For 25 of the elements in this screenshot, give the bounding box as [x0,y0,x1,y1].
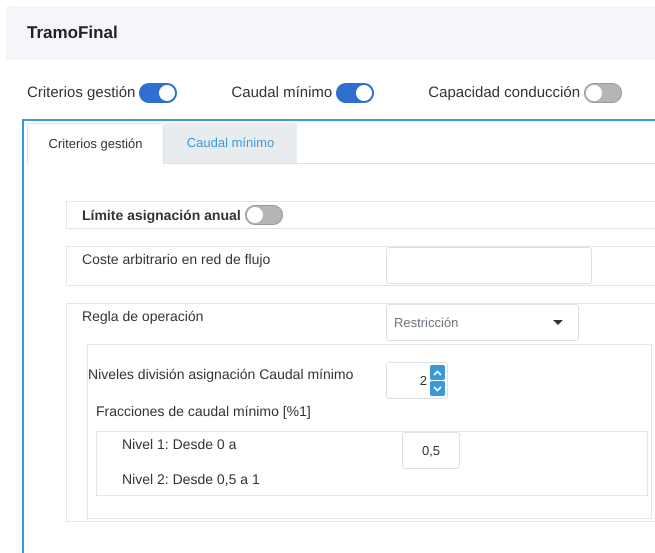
increment-button[interactable] [430,365,445,380]
input-field[interactable]: 0,5 [402,432,460,469]
number-spinner[interactable]: 2 [386,362,448,399]
caret-icon [553,320,563,325]
field-label: Nivel 2: Desde 0,5 a 1 [122,470,261,489]
section-label: Fracciones de caudal mínimo [%1] [96,402,312,421]
toggle-label: Caudal mínimo [231,82,332,103]
dropdown[interactable]: Restricción [386,304,579,341]
field-label: Límite asignación anual [82,206,241,225]
field-label: Regla de operación [81,307,204,326]
toggle-label: Criterios gestión [27,82,136,103]
chevron-down-icon [433,386,442,392]
chevron-up-icon [433,370,442,376]
tab[interactable]: Criterios gestión [27,123,164,164]
input-field[interactable] [386,247,592,284]
toggle-switch[interactable] [336,83,374,103]
field-label: Niveles división asignación Caudal mínimo [88,365,354,384]
field-label: Coste arbitrario en red de flujo [81,250,272,269]
toggle-switch[interactable] [244,205,283,225]
toggle-label: Capacidad conducción [428,82,580,103]
decrement-button[interactable] [430,381,445,396]
toggle-switch[interactable] [584,83,622,103]
page-title: TramoFinal [27,22,118,44]
field-label: Nivel 1: Desde 0 a [122,435,238,454]
toggle-switch[interactable] [139,83,178,103]
